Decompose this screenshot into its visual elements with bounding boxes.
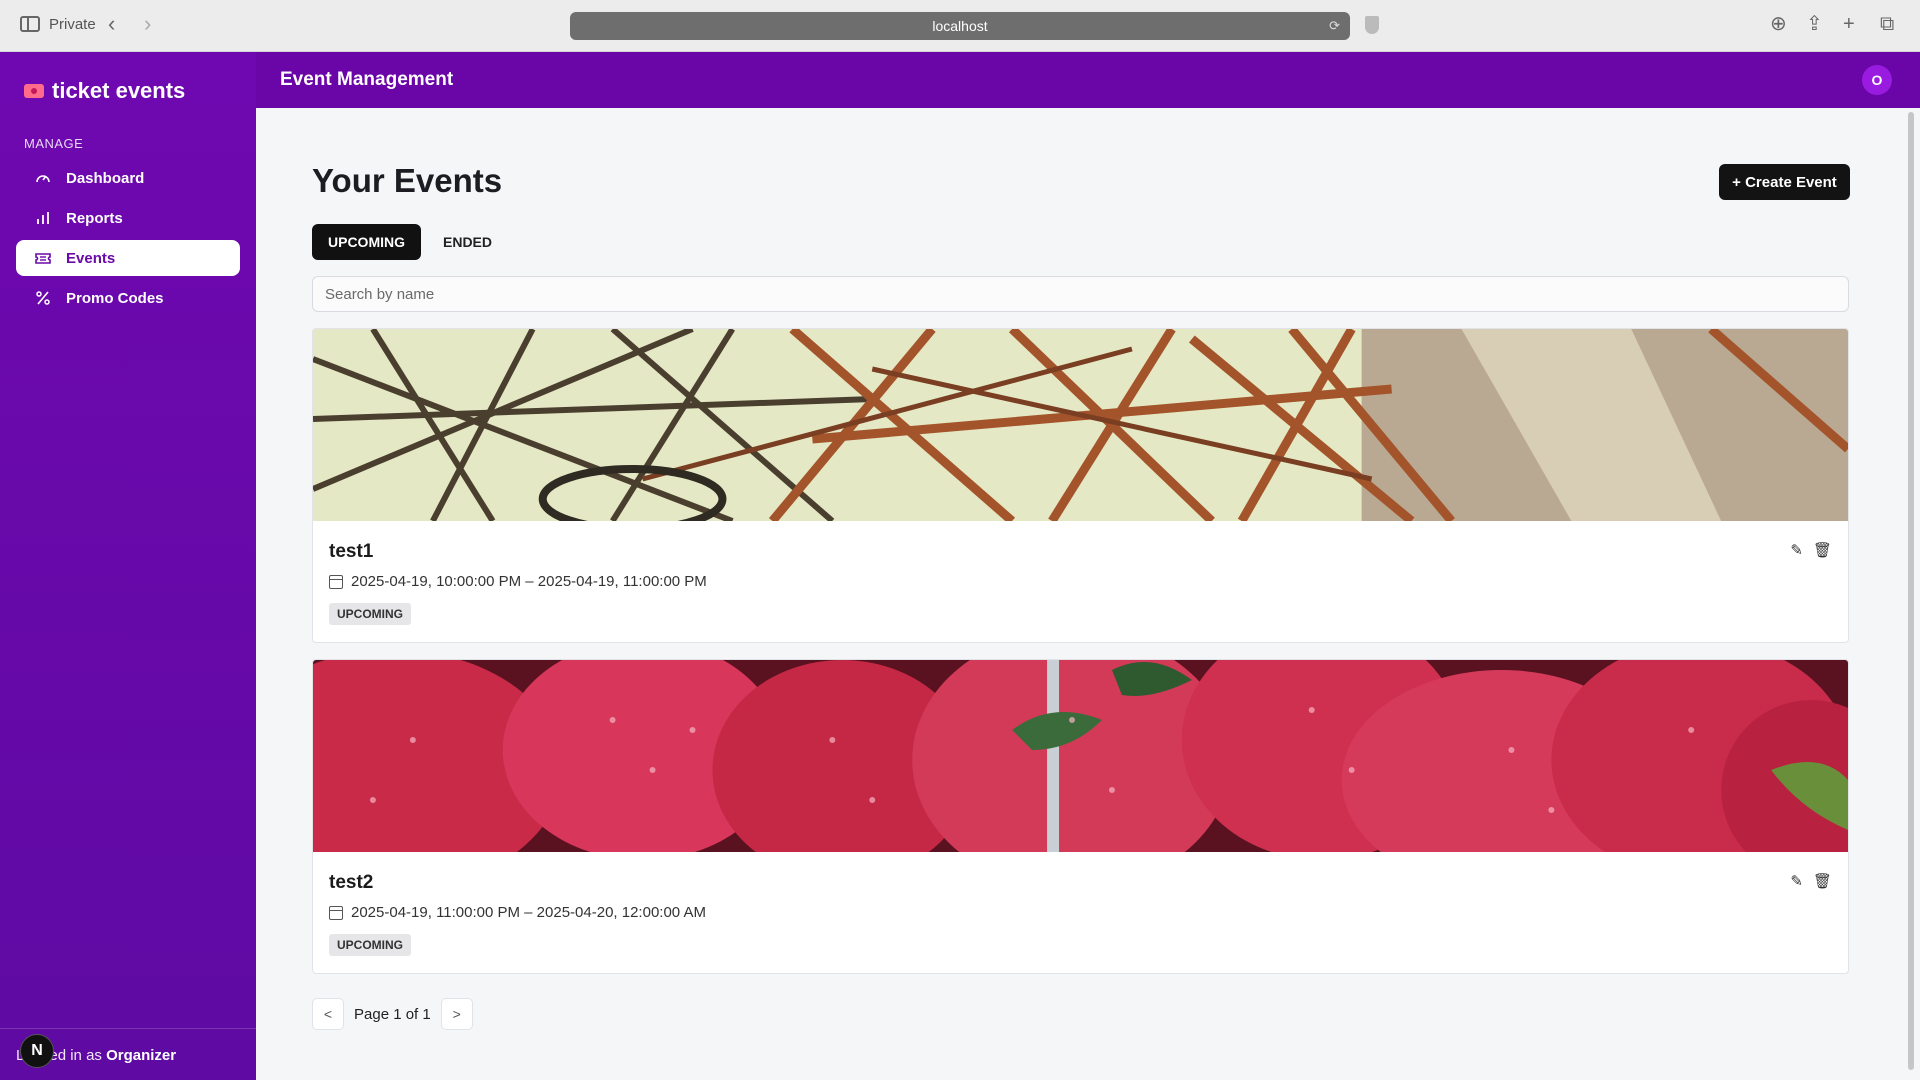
event-image	[313, 660, 1848, 852]
create-event-button[interactable]: + Create Event	[1719, 164, 1850, 200]
calendar-icon	[329, 905, 343, 920]
percent-icon	[34, 289, 52, 307]
pagination: < Page 1 of 1 >	[312, 998, 473, 1030]
ticket-logo-icon	[24, 84, 44, 98]
address-bar[interactable]: localhost ⟳	[570, 12, 1350, 40]
sidebar-item-dashboard[interactable]: Dashboard	[16, 160, 240, 196]
event-card[interactable]: test1 ✎ 🗑 2025-04-19, 10:00:00 PM – 2025…	[312, 328, 1849, 643]
back-icon[interactable]: ‹	[108, 12, 115, 36]
event-date-text: 2025-04-19, 11:00:00 PM – 2025-04-20, 12…	[351, 904, 706, 921]
trash-icon[interactable]: 🗑	[1813, 872, 1832, 890]
dev-badge[interactable]: N	[20, 1034, 54, 1068]
page-title: Your Events	[312, 162, 503, 199]
top-bar: Event Management O	[256, 52, 1920, 108]
forward-icon[interactable]: ›	[144, 12, 151, 36]
trash-icon[interactable]: 🗑	[1813, 541, 1832, 559]
page-header-title: Event Management	[280, 69, 454, 90]
event-image	[313, 329, 1848, 521]
browser-toolbar: Private ‹ › localhost ⟳ ⊕ ⇪ + ⧉	[0, 0, 1920, 52]
sidebar: ticket events MANAGE Dashboard Reports E…	[0, 52, 256, 1080]
sidebar-item-label: Dashboard	[66, 169, 145, 187]
sidebar-toggle-icon[interactable]	[20, 16, 40, 32]
section-label: MANAGE	[24, 136, 84, 151]
share-icon[interactable]: ⇪	[1806, 13, 1823, 35]
search-input[interactable]	[312, 276, 1849, 312]
page-indicator: Page 1 of 1	[354, 1005, 431, 1023]
brand-name: ticket events	[52, 78, 186, 103]
sidebar-item-reports[interactable]: Reports	[16, 200, 240, 236]
ticket-icon	[34, 249, 52, 267]
event-date-text: 2025-04-19, 10:00:00 PM – 2025-04-19, 11…	[351, 573, 707, 590]
gauge-icon	[34, 169, 52, 187]
event-dates: 2025-04-19, 10:00:00 PM – 2025-04-19, 11…	[329, 573, 707, 590]
status-badge: UPCOMING	[329, 934, 411, 956]
url-text: localhost	[932, 18, 988, 34]
event-name: test2	[329, 872, 374, 893]
card-actions: ✎ 🗑	[1790, 541, 1832, 559]
scrollbar[interactable]	[1908, 112, 1914, 1070]
main-content: Your Events + Create Event UPCOMING ENDE…	[256, 108, 1906, 1080]
new-tab-icon[interactable]: +	[1843, 13, 1855, 35]
reload-icon[interactable]: ⟳	[1329, 18, 1340, 34]
sidebar-nav: Dashboard Reports Events Promo Codes	[16, 160, 240, 320]
shield-icon[interactable]	[1365, 16, 1379, 34]
card-actions: ✎ 🗑	[1790, 872, 1832, 890]
edit-icon[interactable]: ✎	[1790, 541, 1803, 559]
tab-upcoming[interactable]: UPCOMING	[312, 224, 421, 260]
logged-in-footer: Logged in as Organizer N	[0, 1028, 256, 1080]
event-dates: 2025-04-19, 11:00:00 PM – 2025-04-20, 12…	[329, 904, 706, 921]
sidebar-item-label: Promo Codes	[66, 289, 164, 307]
brand[interactable]: ticket events	[24, 78, 185, 104]
sidebar-item-promo-codes[interactable]: Promo Codes	[16, 280, 240, 316]
sidebar-item-label: Events	[66, 249, 116, 267]
sidebar-item-events[interactable]: Events	[16, 240, 240, 276]
next-page-button[interactable]: >	[440, 998, 473, 1030]
private-label: Private	[49, 16, 96, 33]
prev-page-button[interactable]: <	[312, 998, 344, 1030]
tab-ended[interactable]: ENDED	[427, 224, 508, 260]
logged-in-user: Organizer	[106, 1047, 177, 1064]
event-card[interactable]: test2 ✎ 🗑 2025-04-19, 11:00:00 PM – 2025…	[312, 659, 1849, 974]
download-icon[interactable]: ⊕	[1770, 13, 1787, 35]
bar-chart-icon	[34, 209, 52, 227]
calendar-icon	[329, 574, 343, 589]
edit-icon[interactable]: ✎	[1790, 872, 1803, 890]
sidebar-item-label: Reports	[66, 209, 123, 227]
event-name: test1	[329, 541, 374, 562]
status-tabs: UPCOMING ENDED	[312, 224, 508, 260]
tabs-overview-icon[interactable]: ⧉	[1880, 13, 1894, 35]
status-badge: UPCOMING	[329, 603, 411, 625]
avatar[interactable]: O	[1862, 65, 1892, 95]
